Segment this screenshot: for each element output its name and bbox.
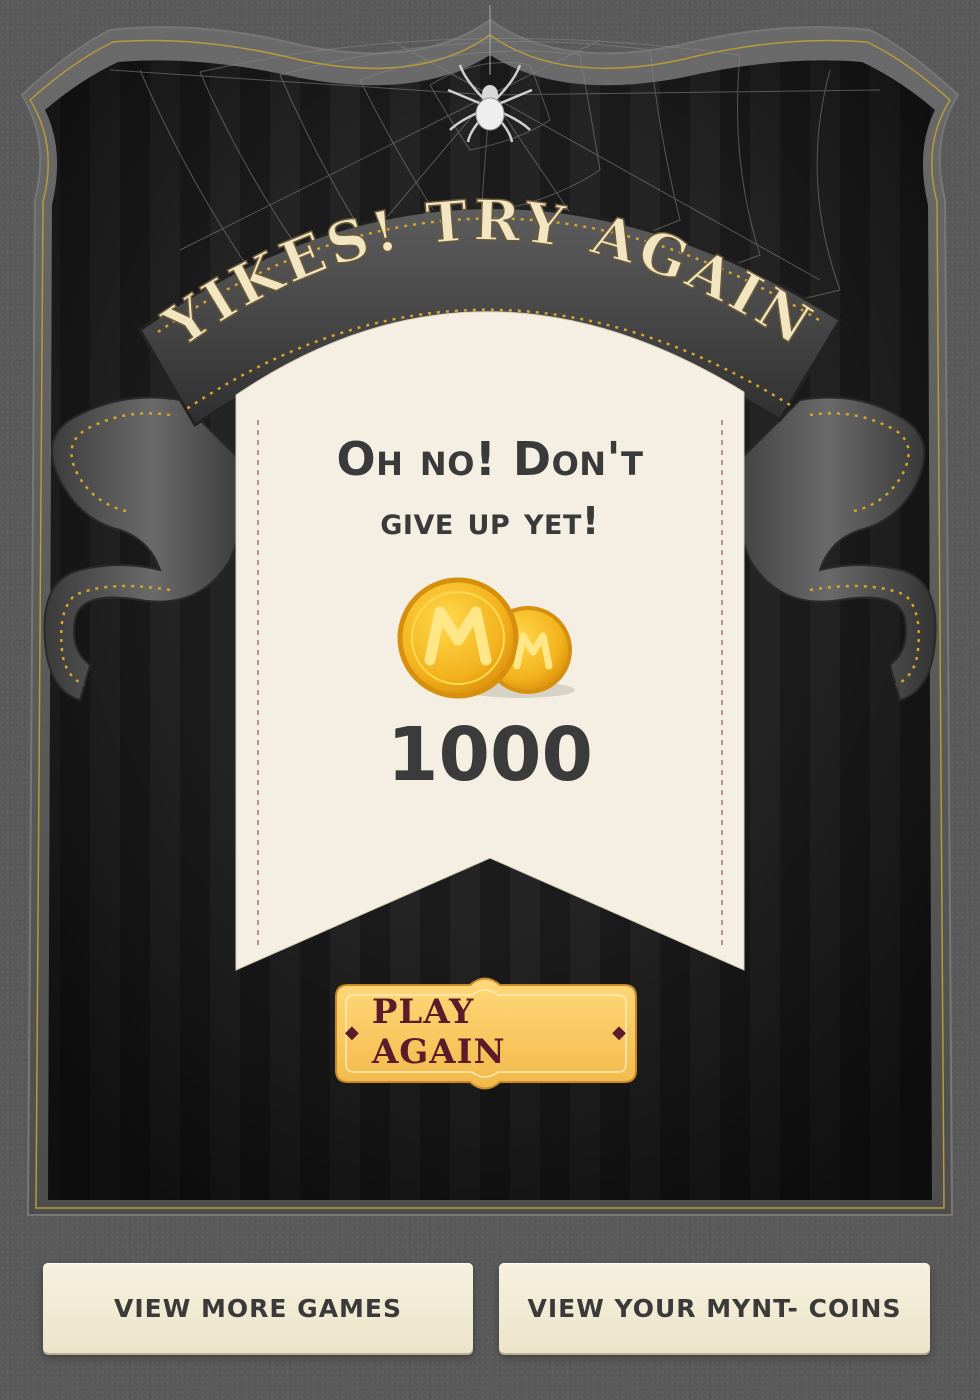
diamond-right-icon: ◆ bbox=[612, 1021, 627, 1043]
result-message: Oh no! Don't give up yet! bbox=[236, 428, 744, 552]
view-mynt-coins-label: VIEW YOUR MYNT- COINS bbox=[527, 1293, 902, 1323]
message-line-2: give up yet! bbox=[380, 499, 600, 543]
view-more-games-button[interactable]: VIEW MORE GAMES bbox=[43, 1263, 473, 1353]
view-mynt-coins-button[interactable]: VIEW YOUR MYNT- COINS bbox=[499, 1263, 930, 1353]
play-again-button[interactable]: ◆ PLAY AGAIN ◆ bbox=[333, 976, 639, 1088]
play-again-label: PLAY AGAIN bbox=[371, 992, 506, 1072]
view-more-games-label: VIEW MORE GAMES bbox=[114, 1293, 402, 1323]
coin-amount: 1000 bbox=[387, 712, 593, 798]
diamond-left-icon: ◆ bbox=[345, 1021, 360, 1043]
message-line-1: Oh no! Don't bbox=[336, 432, 644, 486]
game-over-screen: YIKES! TRY AGAIN Oh no! Don't give up ye… bbox=[0, 0, 980, 1400]
play-again-label-wrap: ◆ PLAY AGAIN ◆ bbox=[333, 976, 639, 1088]
theater-frame bbox=[20, 5, 960, 1216]
card-message-block: Oh no! Don't give up yet! bbox=[236, 420, 744, 552]
